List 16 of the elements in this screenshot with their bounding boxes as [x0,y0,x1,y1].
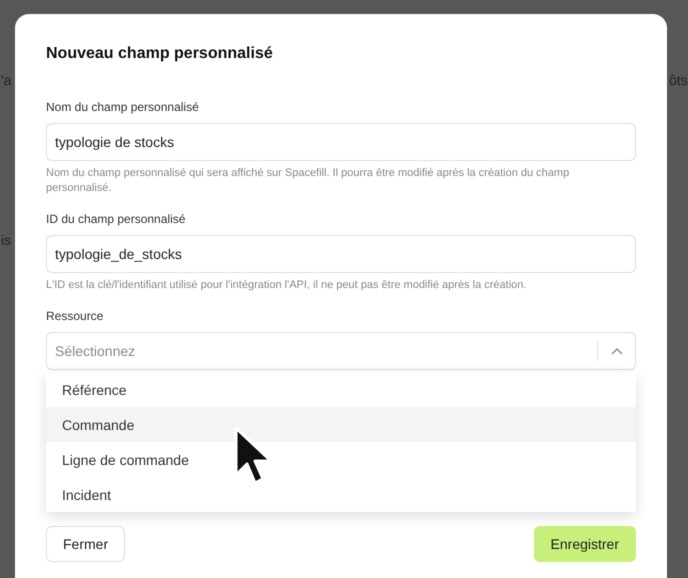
save-button[interactable]: Enregistrer [534,526,636,562]
dialog-title: Nouveau champ personnalisé [46,44,274,64]
field-label: Nom du champ personnalisé [46,100,200,114]
input-field[interactable]: typologie de stocks [46,123,636,161]
help-text: Nom du champ personnalisé qui sera affiché sur Spacefill. Il pourra être modifié après la création du champ personnalisé. [46,166,570,196]
dropdown-option[interactable]: Référence [46,372,636,407]
field-label: Ressource [46,309,104,323]
input-field[interactable]: typologie_de_stocks [46,235,636,273]
field-label: ID du champ personnalisé [46,212,186,226]
dropdown-option[interactable]: Incident [46,477,636,512]
dropdown-option[interactable]: Ligne de commande [46,442,636,477]
select-field[interactable]: Sélectionnez [46,332,636,370]
dropdown-option[interactable]: Commande [46,407,636,442]
close-button[interactable]: Fermer [46,526,126,562]
chevron-icon [611,348,623,354]
help-text: L'ID est la clé/l'identifiant utilisé pour l'intégration l'API, il ne peut pas être modifié après la création. [46,278,528,293]
